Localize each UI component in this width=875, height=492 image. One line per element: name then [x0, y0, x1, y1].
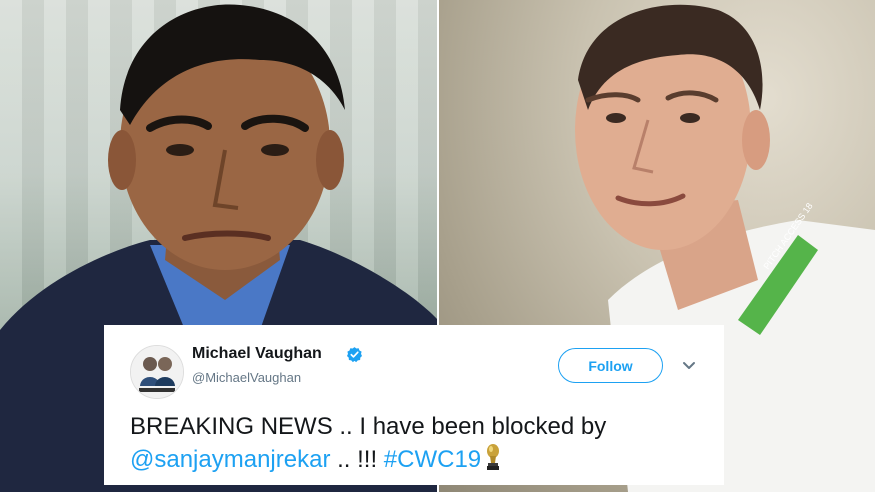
- mention-link[interactable]: @sanjaymanjrekar: [130, 446, 330, 473]
- tweet-text-line1: BREAKING NEWS .. I have been blocked by: [130, 413, 607, 440]
- display-name[interactable]: Michael Vaughan: [192, 345, 322, 363]
- verified-badge-icon: [346, 347, 363, 363]
- tweet-separator: .. !!!: [330, 446, 384, 473]
- chevron-down-icon[interactable]: [682, 361, 696, 371]
- avatar[interactable]: [130, 345, 184, 399]
- user-handle[interactable]: @MichaelVaughan: [192, 370, 301, 385]
- hashtag-link[interactable]: #CWC19: [384, 446, 481, 473]
- follow-button[interactable]: Follow: [558, 348, 663, 383]
- tweet-card: Michael Vaughan @MichaelVaughan Follow B…: [104, 325, 724, 485]
- avatar-image-icon: [131, 346, 183, 398]
- tweet-text: BREAKING NEWS .. I have been blocked by …: [130, 410, 710, 476]
- meme-image: PITCH ACCESS 18 Michael Vaughan @Michael…: [0, 0, 875, 492]
- trophy-icon: [487, 444, 500, 470]
